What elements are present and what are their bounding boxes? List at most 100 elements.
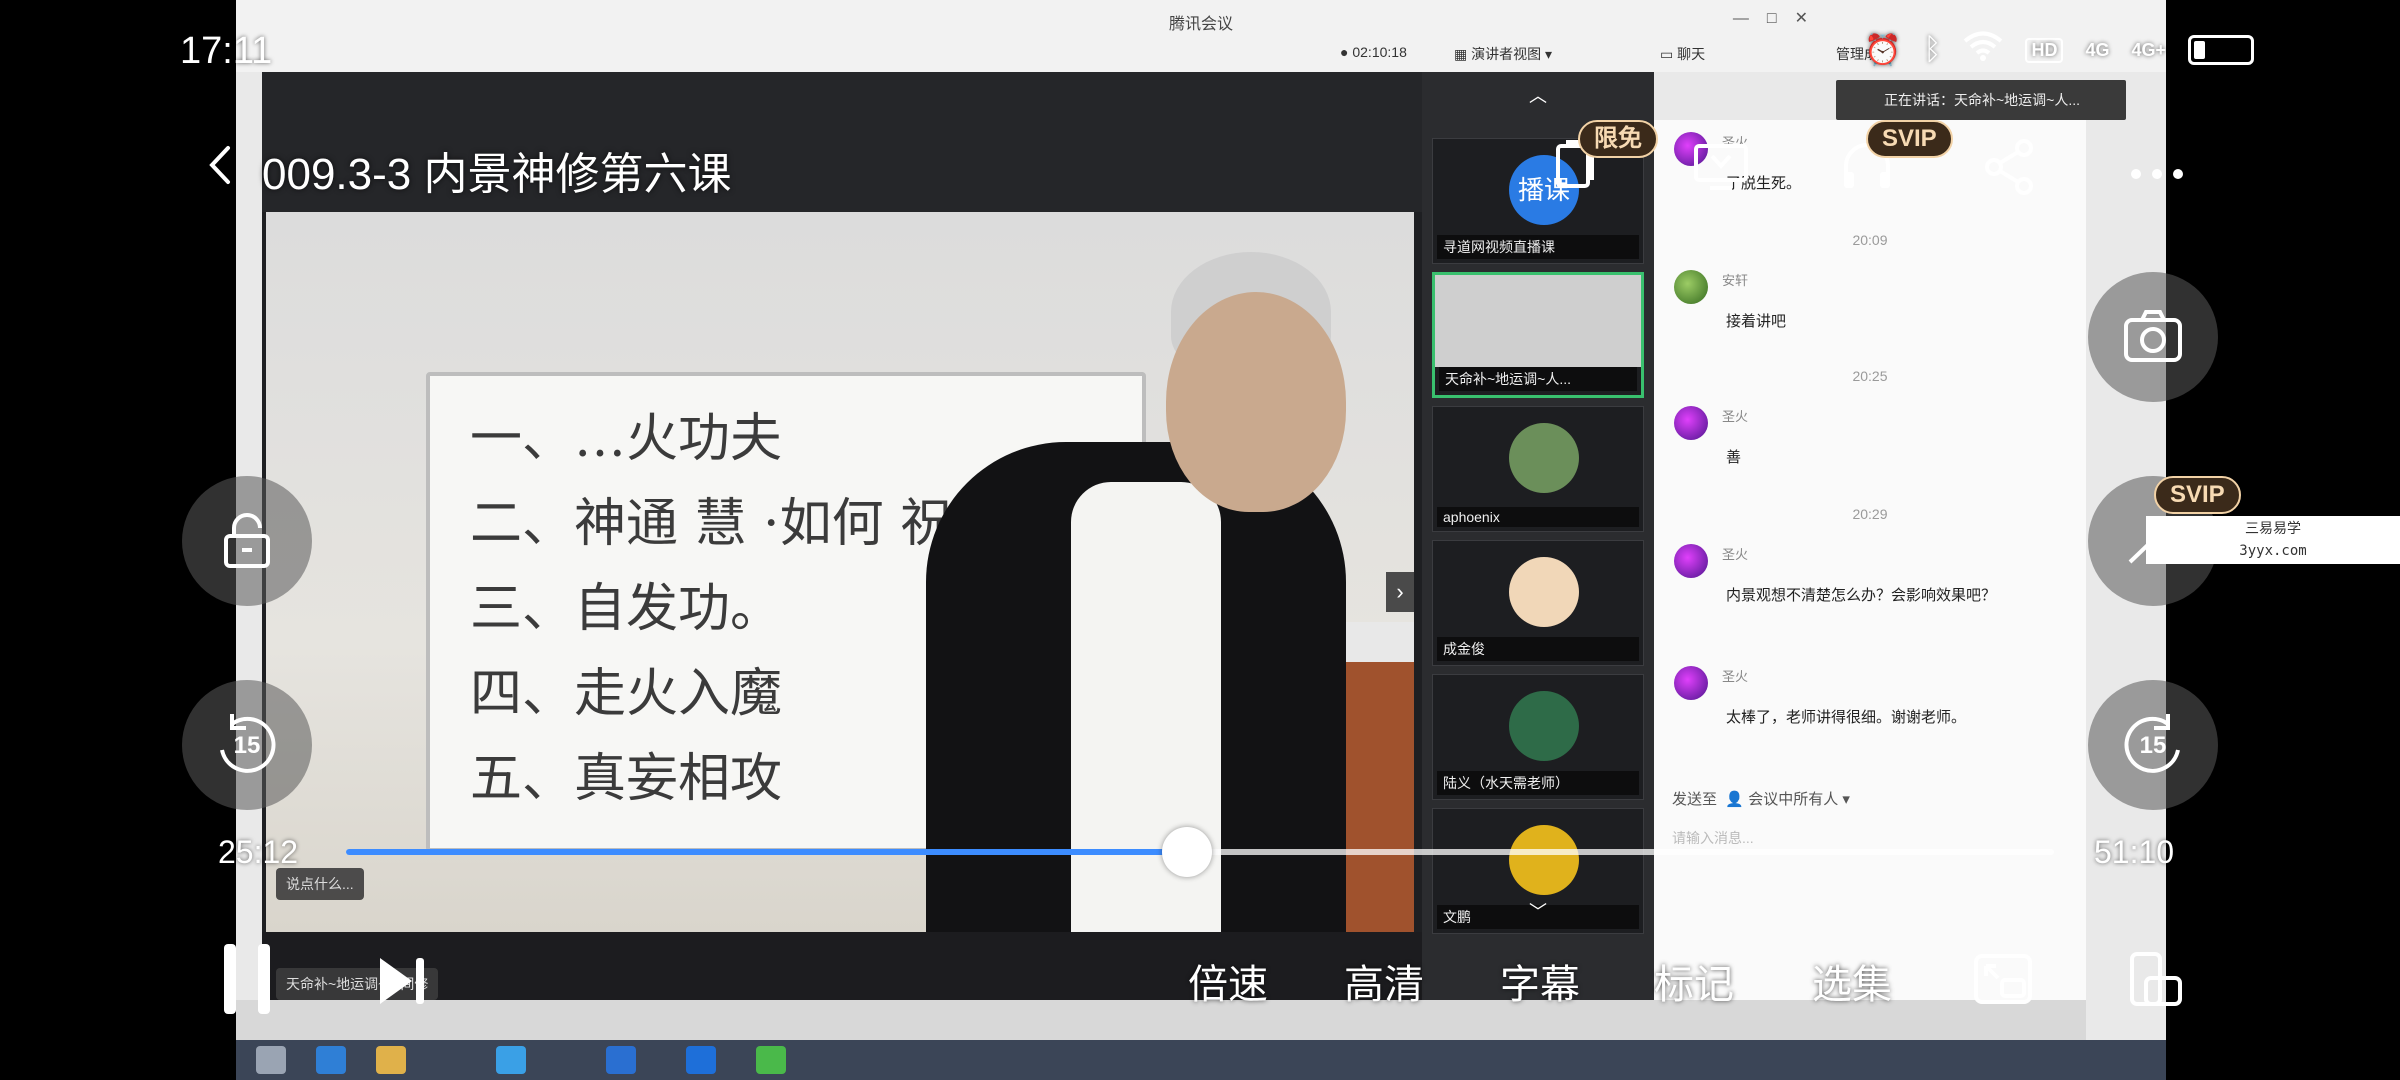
episodes-option[interactable]: 选集: [1812, 952, 1892, 1010]
bookmark-option[interactable]: 标记: [1654, 952, 1734, 1010]
participant-tile: aphoenix: [1432, 406, 1644, 532]
meeting-layout-label: ▦ 演讲者视图 ▾: [1454, 46, 1553, 62]
app-icon: [606, 1046, 636, 1074]
screenshot-button[interactable]: [2088, 272, 2218, 402]
rotate-screen-icon[interactable]: [2124, 950, 2184, 1010]
whiteboard-line: 五、真妄相攻: [470, 749, 783, 809]
chat-message: 太棒了，老师讲得很细。谢谢老师。: [1726, 709, 1967, 726]
forward-button[interactable]: 15: [2088, 680, 2218, 810]
participant-name: aphoenix: [1437, 507, 1639, 527]
share-icon[interactable]: [1974, 132, 2044, 202]
whiteboard-line: 一、…火功夫: [470, 409, 783, 469]
more-icon[interactable]: [2122, 132, 2192, 202]
whiteboard-line: 二、神通 慧 ·如何 祝由: [470, 494, 1005, 554]
send-to-label: 发送至: [1672, 791, 1718, 808]
speed-option[interactable]: 倍速: [1188, 952, 1268, 1010]
bluetooth-icon: ᛒ: [1923, 33, 1942, 66]
chat-input-placeholder: 请输入消息...: [1672, 830, 1754, 846]
browser-icon: [316, 1046, 346, 1074]
chat-time: 20:25: [1852, 368, 1888, 384]
chat-sender: 圣火: [1722, 547, 1749, 562]
quality-option[interactable]: 高清: [1344, 952, 1424, 1010]
chat-message: 接着讲吧: [1726, 313, 1787, 330]
wifi-icon: [1963, 30, 2003, 70]
send-to-value: 会议中所有人: [1748, 791, 1839, 808]
avatar: [1509, 423, 1579, 493]
total-time: 51:10: [2094, 834, 2175, 870]
avatar: [1509, 557, 1579, 627]
stage-comment-chip: 说点什么...: [276, 868, 364, 900]
avatar: [1509, 825, 1579, 895]
rewind-seconds: 15: [233, 732, 261, 759]
network-4g: 4G: [2085, 39, 2110, 60]
app-icon: [496, 1046, 526, 1074]
alarm-icon: ⏰: [1864, 33, 1902, 67]
forward-seconds: 15: [2139, 732, 2167, 759]
chevron-up-icon: ︿: [1529, 86, 1547, 106]
chat-sender: 圣火: [1722, 669, 1749, 684]
meeting-elapsed-value: 02:10:18: [1352, 44, 1407, 60]
current-time: 25:12: [218, 834, 299, 870]
chevron-right-icon: ›: [1386, 572, 1414, 612]
avatar: [1674, 406, 1708, 440]
hd-badge: HD: [2025, 37, 2064, 63]
network-4g-plus: 4G+: [2131, 39, 2166, 60]
watermark-line2: 3yyx.com: [2239, 543, 2307, 559]
meeting-chat-label: ▭ 聊天: [1660, 46, 1706, 62]
lock-icon: [224, 513, 270, 568]
participant-tile: 天命补~地运调~人...: [1432, 272, 1644, 398]
meeting-elapsed: ● 02:10:18: [1340, 44, 1407, 60]
avatar: [1435, 275, 1641, 367]
folder-icon: [376, 1046, 406, 1074]
video-title: 009.3-3 内景神修第六课: [262, 150, 732, 199]
chat-time: 20:29: [1852, 506, 1888, 522]
rewind-button[interactable]: 15: [182, 680, 312, 810]
svip-badge-side: SVIP: [2154, 476, 2241, 514]
participant-tile: 陆义（水天需老师）: [1432, 674, 1644, 800]
battery-level: [2194, 41, 2205, 59]
meeting-chat-value: 聊天: [1677, 46, 1706, 62]
participant-name: 陆义（水天需老师）: [1437, 771, 1639, 795]
cast-screen-icon[interactable]: [1686, 132, 1756, 202]
chat-sender: 圣火: [1722, 409, 1749, 424]
speaking-indicator: 正在讲话：天命补~地运调~人...: [1836, 80, 2126, 120]
participant-tile: 成金俊: [1432, 540, 1644, 666]
whiteboard-line: 四、走火入魔: [470, 664, 783, 724]
avatar: [1674, 270, 1708, 304]
seek-bar[interactable]: [346, 827, 2054, 877]
limited-free-badge: 限免: [1578, 120, 1658, 158]
back-arrow-icon[interactable]: [196, 140, 246, 190]
avatar: [1674, 544, 1708, 578]
participant-strip: ︿ 播课 寻道网视频直播课 天命补~地运调~人... aphoenix 成金俊 …: [1422, 72, 1654, 1000]
wechat-icon: [756, 1046, 786, 1074]
start-icon: [256, 1046, 286, 1074]
os-taskbar: [236, 1040, 2166, 1080]
participant-name: 寻道网视频直播课: [1437, 235, 1639, 259]
next-episode-icon[interactable]: [374, 952, 430, 1010]
status-icons: ⏰ ᛒ HD 4G 4G+: [1864, 30, 2254, 70]
meeting-window-controls: —□✕: [1732, 10, 1826, 27]
seek-progress: [346, 849, 1188, 855]
pause-icon[interactable]: [212, 940, 282, 1020]
teacher-head: [1166, 292, 1346, 512]
chevron-down-icon: ﹀: [1529, 902, 1547, 922]
battery-icon: [2188, 35, 2254, 65]
participant-name: 成金俊: [1437, 637, 1639, 661]
avatar: [1509, 691, 1579, 761]
speaker-stage: 一、…火功夫 二、神通 慧 ·如何 祝由 三、自发功。 四、走火入魔 五、真妄相…: [262, 72, 1438, 1000]
chat-time: 20:09: [1852, 232, 1888, 248]
watermark-line1: 三易易学: [2245, 521, 2301, 537]
chat-message: 善: [1726, 449, 1742, 466]
seek-thumb[interactable]: [1162, 827, 1213, 877]
participant-name: 天命补~地运调~人...: [1439, 367, 1637, 391]
meeting-toolbar: [236, 1000, 2086, 1040]
lock-button[interactable]: [182, 476, 312, 606]
chat-panel: 圣火 了脱生死。 20:09 安轩 接着讲吧 20:25 圣火 善 20:29 …: [1654, 120, 2086, 1000]
picture-in-picture-icon[interactable]: [1972, 950, 2036, 1010]
avatar: [1674, 666, 1708, 700]
chat-message: 内景观想不清楚怎么办？会影响效果吧？: [1726, 587, 1997, 604]
whiteboard-line: 三、自发功。: [470, 579, 783, 639]
subtitle-option[interactable]: 字幕: [1500, 952, 1580, 1010]
chat-sender: 安轩: [1722, 273, 1749, 288]
meeting-layout-value: 演讲者视图: [1471, 46, 1542, 62]
